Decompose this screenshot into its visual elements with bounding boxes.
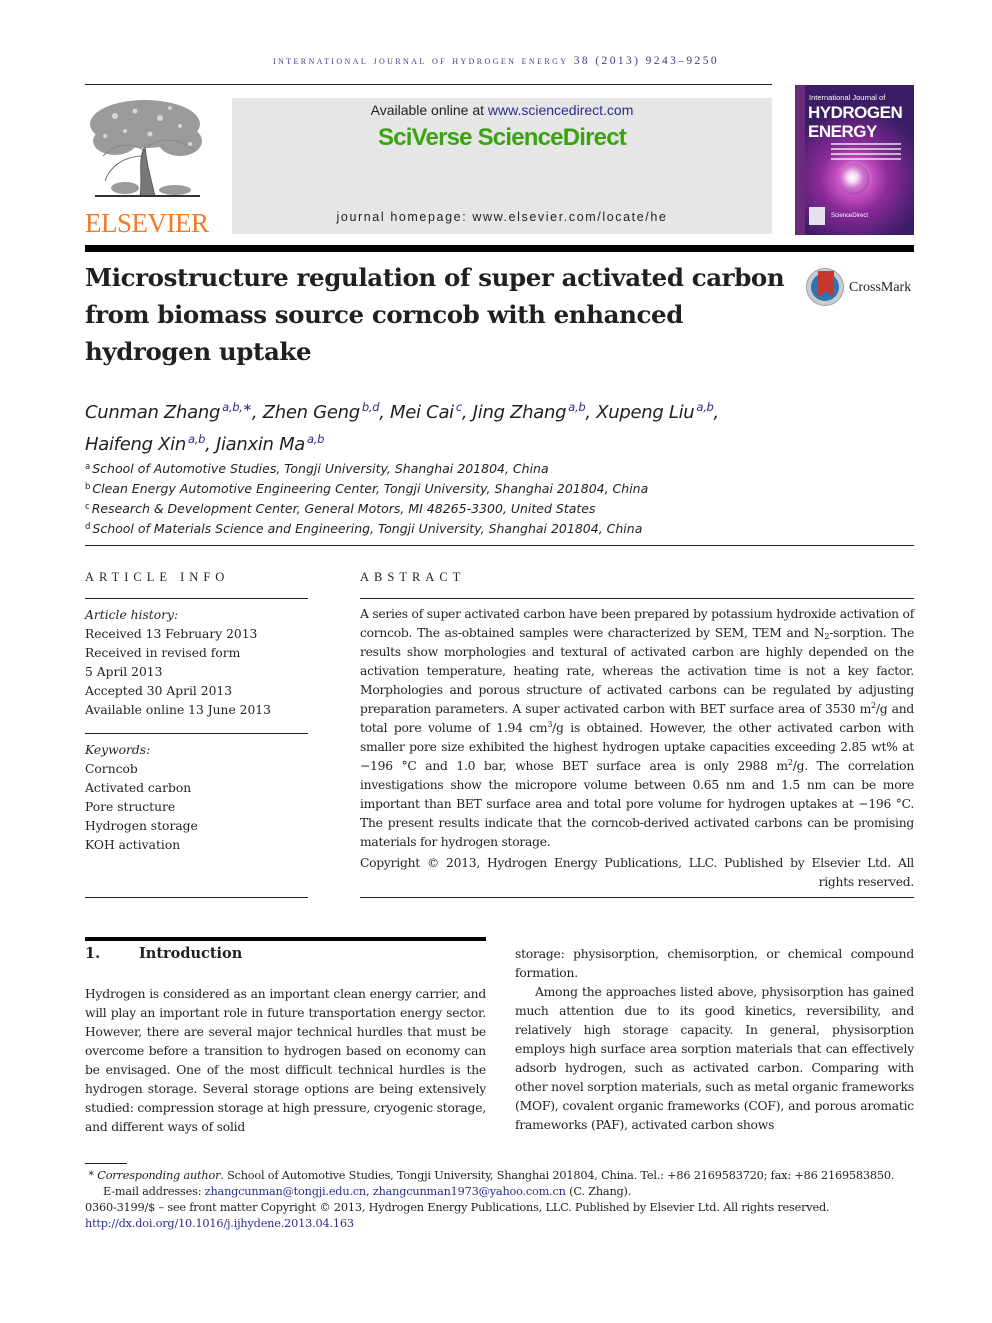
author-name: Cunman Zhang [85,402,221,423]
header-rule [85,84,772,85]
email-link[interactable]: zhangcunman1973@yahoo.com.cn [373,1185,566,1198]
article-info-heading: ARTICLE INFO [85,570,230,584]
author-name: Zhen Geng [262,402,360,423]
available-online-prefix: Available online at [370,102,488,118]
history-item: Received in revised form [85,646,241,660]
affiliation-list: a School of Automotive Studies, Tongji Un… [85,458,785,538]
cover-title: HYDROGEN ENERGY [808,103,903,141]
author: Haifeng Xin a,b, [85,432,216,455]
cover-publisher-badge-icon [809,207,825,225]
affiliation-item: b Clean Energy Automotive Engineering Cen… [85,481,649,496]
doi-link[interactable]: http://dx.doi.org/10.1016/j.ijhydene.201… [85,1216,914,1232]
introduction-paragraph: Hydrogen is considered as an important c… [85,987,486,1134]
keyword-item: Corncob [85,762,138,776]
author: Jing Zhang a,b, [472,400,597,423]
article-history: Article history: Received 13 February 20… [85,606,315,720]
keyword-item: KOH activation [85,838,181,852]
author-affiliation-marks[interactable]: a,b [307,432,324,446]
cover-subtitle: International Journal of [809,93,886,102]
author-affiliation-marks[interactable]: a,b [188,432,205,446]
journal-homepage[interactable]: journal homepage: www.elsevier.com/locat… [232,210,772,224]
author-list: Cunman Zhang a,b,∗, Zhen Geng b,d, Mei Cai… [85,394,865,458]
header-thick-rule [85,245,914,252]
email-link[interactable]: zhangcunman@tongji.edu.cn [205,1185,367,1198]
available-online-text: Available online at www.sciencedirect.co… [232,102,772,118]
corresponding-author-note: * Corresponding author. School of Automo… [88,1169,895,1182]
keyword-item: Hydrogen storage [85,819,198,833]
article-title: Microstructure regulation of super activ… [85,263,785,366]
abstract-heading: ABSTRACT [360,570,466,584]
article-info-rule [85,897,308,898]
author: Jianxin Ma a,b [215,432,325,455]
author-name: Jing Zhang [472,402,567,423]
history-item: Received 13 February 2013 [85,627,258,641]
footnote-rule [85,1163,127,1164]
keyword-item: Pore structure [85,800,176,814]
issn-copyright-line: 0360-3199/$ – see front matter Copyright… [85,1201,830,1214]
sciencedirect-link[interactable]: www.sciencedirect.com [488,102,634,118]
author: Zhen Geng b,d, [262,400,391,423]
footnotes: * Corresponding author. School of Automo… [85,1168,914,1232]
article-history-label: Article history: [85,608,179,622]
author-name: Haifeng Xin [85,434,186,455]
affiliation-item: c Research & Development Center, General … [85,501,596,516]
introduction-rule [85,937,486,941]
keywords: Keywords: Corncob Activated carbon Pore … [85,741,315,855]
crossmark-icon [806,268,844,306]
author-affiliation-marks[interactable]: a,b,∗ [222,400,252,414]
introduction-heading: 1. Introduction [85,945,242,962]
article-info-rule [85,598,308,599]
author-name: Xupeng Liu [596,402,695,423]
cover-side-strip [795,85,805,235]
cover-editor-lines [831,143,901,163]
author-name: Mei Cai [390,402,454,423]
sciencedirect-banner: Available online at www.sciencedirect.co… [232,98,772,234]
crossmark-label: CrossMark [849,280,912,295]
author-affiliation-marks[interactable]: a,b [696,400,713,414]
section-divider [85,545,914,546]
abstract-rule [360,897,914,898]
elsevier-wordmark: ELSEVIER [85,208,209,238]
abstract-rule [360,598,914,599]
keyword-item: Activated carbon [85,781,192,795]
affiliation-item: a School of Automotive Studies, Tongji Un… [85,461,549,476]
journal-cover-image: International Journal of HYDROGEN ENERGY… [795,85,914,235]
cover-title-line1: HYDROGEN [808,103,903,122]
author-affiliation-marks[interactable]: b,d [362,400,380,414]
author-affiliation-marks[interactable]: a,b [568,400,585,414]
crossmark-button[interactable]: CrossMark [806,268,918,310]
abstract-copyright: Copyright © 2013, Hydrogen Energy Public… [360,856,914,889]
sciverse-sciencedirect-logo: SciVerse ScienceDirect [378,124,627,151]
section-number: 1. [85,945,101,962]
history-item: Available online 13 June 2013 [85,703,271,717]
author: Mei Cai c, [390,400,473,423]
abstract-text: A series of super activated carbon have … [360,607,914,849]
cover-orb-graphic [838,163,870,195]
introduction-paragraph: storage: physisorption, chemisorption, o… [515,947,914,980]
article-info-rule [85,733,308,734]
keywords-label: Keywords: [85,743,151,757]
history-item: 5 April 2013 [85,665,163,679]
cover-footer-text: ScienceDirect [831,213,869,219]
email-note: E-mail addresses: zhangcunman@tongji.edu… [103,1185,632,1198]
author-name: Jianxin Ma [215,434,306,455]
introduction-right-column: storage: physisorption, chemisorption, o… [515,945,914,1135]
affiliation-item: d School of Materials Science and Enginee… [85,521,643,536]
journal-citation-line: INTERNATIONAL JOURNAL OF HYDROGEN ENERGY… [272,55,720,67]
history-item: Accepted 30 April 2013 [85,684,233,698]
cover-title-line2: ENERGY [808,122,877,141]
author: Xupeng Liu a,b, [596,400,719,423]
introduction-paragraph: Among the approaches listed above, physi… [515,985,914,1132]
section-title: Introduction [139,945,243,962]
author: Cunman Zhang a,b,∗, [85,400,263,423]
